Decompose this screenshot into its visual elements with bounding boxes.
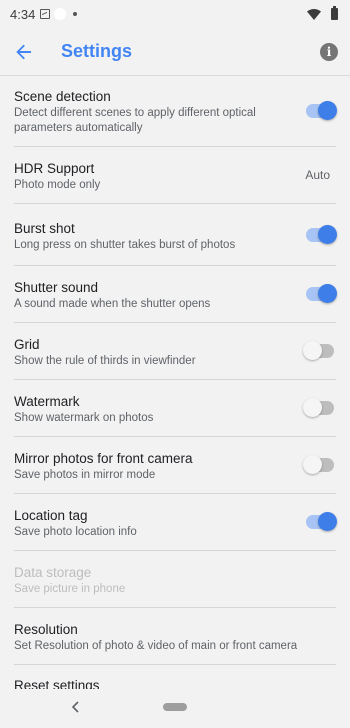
setting-subtitle: Long press on shutter takes burst of pho… <box>14 239 236 251</box>
setting-title: Resolution <box>14 622 78 637</box>
mirror-photos-for-front-camera-toggle[interactable] <box>303 455 334 474</box>
setting-title: Location tag <box>14 508 88 523</box>
toggle-thumb <box>303 398 322 417</box>
setting-value: Auto <box>305 168 330 182</box>
setting-row-mirror-photos-for-front-camera[interactable]: Mirror photos for front camera Save photo… <box>14 437 336 494</box>
setting-row-watermark[interactable]: Watermark Show watermark on photos <box>14 380 336 437</box>
setting-row-data-storage: Data storage Save picture in phone <box>14 551 336 608</box>
circle-notification-icon <box>54 8 67 20</box>
setting-text: Shutter sound A sound made when the shutt… <box>14 279 294 312</box>
setting-text: Reset settings <box>14 677 336 689</box>
toggle-thumb <box>318 225 337 244</box>
setting-row-reset-settings[interactable]: Reset settings <box>14 665 336 689</box>
status-bar: 4:34 <box>0 0 350 28</box>
setting-text: Location tag Save photo location info <box>14 507 294 540</box>
setting-subtitle: Save photos in mirror mode <box>14 469 156 481</box>
setting-title: Mirror photos for front camera <box>14 451 193 466</box>
watermark-toggle[interactable] <box>303 398 334 417</box>
setting-subtitle: Show watermark on photos <box>14 412 154 424</box>
setting-title: Scene detection <box>14 89 111 104</box>
burst-shot-toggle[interactable] <box>306 225 337 244</box>
scene-detection-toggle[interactable] <box>306 101 337 120</box>
battery-icon <box>331 6 338 20</box>
status-time: 4:34 <box>10 6 36 22</box>
setting-title: Shutter sound <box>14 280 99 295</box>
setting-title: Watermark <box>14 394 80 409</box>
toggle-thumb <box>318 512 337 531</box>
setting-title: Reset settings <box>14 678 100 689</box>
setting-title: Grid <box>14 337 40 352</box>
setting-subtitle: Save photo location info <box>14 526 137 538</box>
setting-row-scene-detection[interactable]: Scene detection Detect different scenes t… <box>14 77 337 147</box>
setting-row-grid[interactable]: Grid Show the rule of thirds in viewfinde… <box>14 323 336 380</box>
settings-list: Scene detection Detect different scenes t… <box>0 77 350 689</box>
toggle-thumb <box>303 455 322 474</box>
setting-text: Watermark Show watermark on photos <box>14 393 294 426</box>
setting-row-shutter-sound[interactable]: Shutter sound A sound made when the shutt… <box>14 266 337 323</box>
setting-subtitle: Detect different scenes to apply differe… <box>14 107 256 134</box>
shutter-sound-toggle[interactable] <box>306 284 337 303</box>
info-icon[interactable]: i <box>320 42 338 61</box>
setting-title: Data storage <box>14 565 92 580</box>
setting-title: HDR Support <box>14 161 95 176</box>
navigation-bar <box>0 689 350 728</box>
home-pill-button[interactable] <box>163 703 187 711</box>
setting-text: Mirror photos for front camera Save photo… <box>14 450 294 483</box>
setting-subtitle: Show the rule of thirds in viewfinder <box>14 355 196 367</box>
setting-row-hdr-support[interactable]: HDR Support Photo mode only Auto <box>14 147 336 204</box>
toggle-thumb <box>318 284 337 303</box>
setting-text: Resolution Set Resolution of photo & vide… <box>14 621 336 654</box>
setting-text: Scene detection Detect different scenes t… <box>14 88 294 136</box>
grid-toggle[interactable] <box>303 341 334 360</box>
setting-row-burst-shot[interactable]: Burst shot Long press on shutter takes bu… <box>14 204 337 266</box>
toggle-thumb <box>303 341 322 360</box>
image-notification-icon <box>40 9 51 19</box>
more-notifications-dot-icon <box>73 12 78 16</box>
nav-back-icon[interactable] <box>70 700 82 714</box>
toggle-thumb <box>318 101 337 120</box>
app-bar: Settings i <box>0 28 350 76</box>
setting-subtitle: Photo mode only <box>14 179 101 191</box>
setting-text: HDR Support Photo mode only <box>14 160 294 193</box>
setting-text: Data storage Save picture in phone <box>14 564 336 597</box>
setting-row-resolution[interactable]: Resolution Set Resolution of photo & vide… <box>14 608 336 665</box>
page-title: Settings <box>61 41 133 61</box>
location-tag-toggle[interactable] <box>306 512 337 531</box>
setting-subtitle: Set Resolution of photo & video of main … <box>14 640 298 652</box>
setting-subtitle: Save picture in phone <box>14 583 126 595</box>
setting-title: Burst shot <box>14 221 75 236</box>
back-arrow-icon[interactable] <box>14 42 34 62</box>
setting-row-location-tag[interactable]: Location tag Save photo location info <box>14 494 337 551</box>
setting-text: Burst shot Long press on shutter takes bu… <box>14 220 294 253</box>
setting-text: Grid Show the rule of thirds in viewfinde… <box>14 336 294 369</box>
wifi-icon <box>307 8 321 20</box>
setting-subtitle: A sound made when the shutter opens <box>14 298 211 310</box>
